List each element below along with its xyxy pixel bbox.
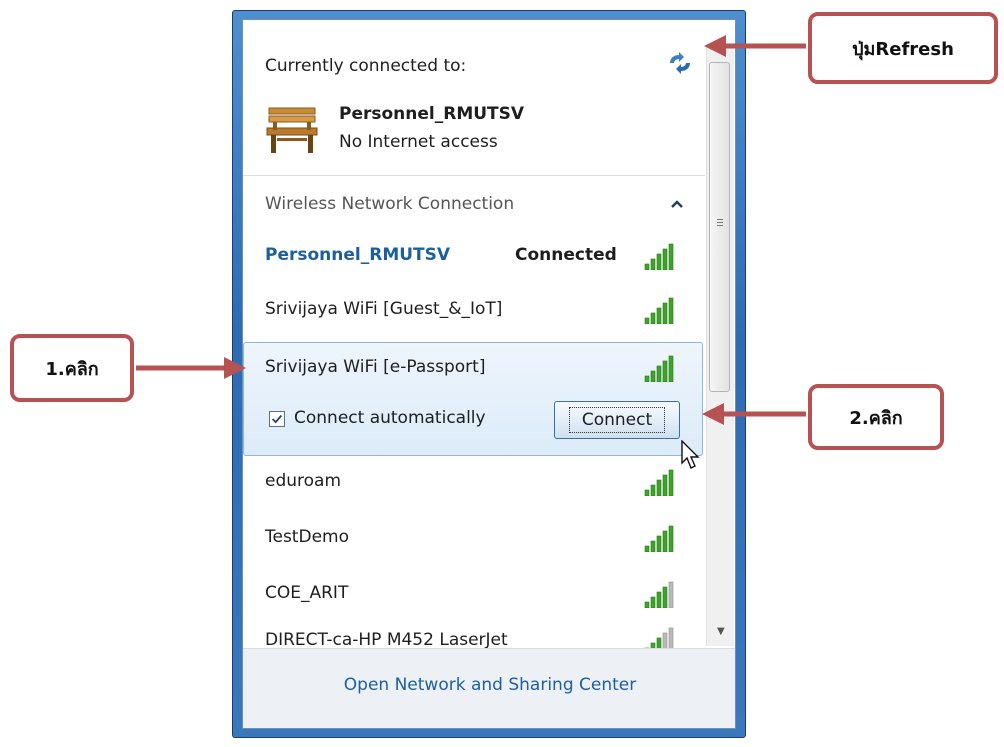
signal-bar <box>650 370 656 382</box>
network-sharing-center-link[interactable]: Open Network and Sharing Center <box>243 675 735 695</box>
current-network-name: Personnel_RMUTSV <box>339 104 525 124</box>
signal-bar <box>650 596 656 608</box>
signal-bar <box>656 591 662 608</box>
signal-bar <box>668 297 674 324</box>
signal-bar <box>668 525 674 552</box>
signal-bar <box>656 479 662 496</box>
signal-bar <box>644 545 650 552</box>
signal-strength-icon <box>644 297 674 324</box>
signal-strength-icon <box>644 469 674 496</box>
network-flyout-window: Currently connected to: Personnel_RMUTSV… <box>232 10 746 738</box>
network-item-direct-hp[interactable]: DIRECT-ca-HP M452 LaserJet <box>243 626 703 648</box>
signal-bar <box>668 581 674 608</box>
network-name: Srivijaya WiFi [Guest_&_IoT] <box>265 299 503 319</box>
network-name: Personnel_RMUTSV <box>265 245 451 265</box>
signal-bar <box>662 530 668 552</box>
network-name: COE_ARIT <box>265 583 349 603</box>
signal-strength-icon <box>644 355 674 382</box>
signal-bar <box>644 375 650 382</box>
signal-bar <box>650 484 656 496</box>
signal-bar <box>662 474 668 496</box>
signal-bar <box>650 258 656 270</box>
section-title: Wireless Network Connection <box>265 194 515 214</box>
step1-annotation-text: 1.คลิก <box>45 358 99 380</box>
refresh-annotation-text: ปุ่มRefresh <box>852 38 954 60</box>
signal-bar <box>656 365 662 382</box>
network-item-guest-iot[interactable]: Srivijaya WiFi [Guest_&_IoT] <box>243 288 703 334</box>
divider <box>243 175 705 176</box>
connected-status: Connected <box>515 245 617 265</box>
signal-bar <box>650 312 656 324</box>
signal-bar <box>662 632 668 648</box>
step2-annotation: 2.คลิก <box>808 384 944 450</box>
network-name: DIRECT-ca-HP M452 LaserJet <box>265 630 508 648</box>
signal-bar <box>668 627 674 648</box>
refresh-icon[interactable] <box>667 52 693 74</box>
signal-strength-icon <box>644 627 674 648</box>
signal-strength-icon <box>644 525 674 552</box>
signal-bar <box>644 263 650 270</box>
signal-bar <box>668 355 674 382</box>
signal-bar <box>656 637 662 648</box>
step1-annotation: 1.คลิก <box>10 334 134 402</box>
signal-bar <box>656 307 662 324</box>
connect-automatically-checkbox[interactable] <box>269 411 285 427</box>
step2-annotation-text: 2.คลิก <box>849 407 903 429</box>
signal-bar <box>650 540 656 552</box>
signal-bar <box>662 248 668 270</box>
current-network-status: No Internet access <box>339 132 498 152</box>
scrollbar-thumb[interactable] <box>709 62 730 392</box>
network-name: TestDemo <box>265 527 349 547</box>
network-item-testdemo[interactable]: TestDemo <box>243 516 703 562</box>
signal-bar <box>644 317 650 324</box>
connect-button[interactable]: Connect <box>554 401 680 439</box>
signal-bar <box>656 535 662 552</box>
refresh-annotation: ปุ่มRefresh <box>808 12 998 84</box>
network-name: eduroam <box>265 471 342 491</box>
connect-button-label: Connect <box>568 407 666 433</box>
footer: Open Network and Sharing Center <box>243 648 735 728</box>
signal-bar <box>668 469 674 496</box>
signal-bar <box>662 586 668 608</box>
network-flyout-panel: Currently connected to: Personnel_RMUTSV… <box>242 19 736 729</box>
network-item-coe-arit[interactable]: COE_ARIT <box>243 572 703 618</box>
signal-bar <box>662 360 668 382</box>
scroll-down-arrow-icon[interactable]: ▼ <box>717 626 725 637</box>
signal-bar <box>668 243 674 270</box>
network-item-personnel-rmutsv[interactable]: Personnel_RMUTSV Connected <box>243 234 703 280</box>
signal-bar <box>644 601 650 608</box>
network-item-eduroam[interactable]: eduroam <box>243 460 703 506</box>
signal-bar <box>662 302 668 324</box>
collapse-chevron-icon[interactable] <box>669 196 685 210</box>
connected-to-label: Currently connected to: <box>265 56 467 76</box>
signal-bar <box>656 253 662 270</box>
connect-automatically-label: Connect automatically <box>294 408 486 428</box>
network-item-e-passport[interactable]: Srivijaya WiFi [e-Passport] Connect auto… <box>243 342 703 456</box>
bench-network-icon <box>263 104 321 158</box>
network-name: Srivijaya WiFi [e-Passport] <box>265 357 486 377</box>
signal-strength-icon <box>644 581 674 608</box>
signal-strength-icon <box>644 243 674 270</box>
signal-bar <box>644 489 650 496</box>
